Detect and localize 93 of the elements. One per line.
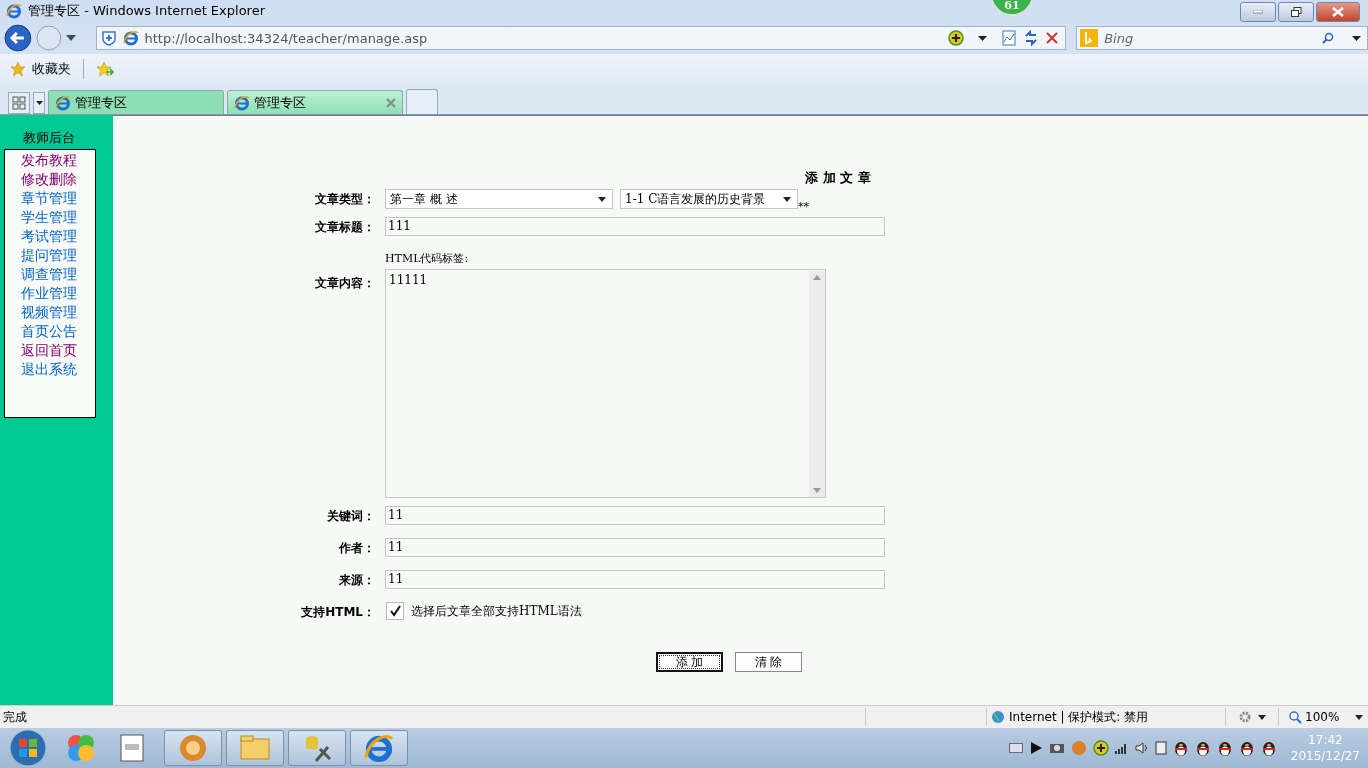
quick-tabs-button[interactable] [8, 92, 30, 114]
caret-icon [783, 196, 791, 202]
text-field[interactable]: 11 [385, 538, 885, 557]
checkbox-label: 选择后文章全部支持HTML语法 [411, 603, 582, 620]
caret-icon [35, 101, 43, 105]
volume-icon[interactable] [1134, 742, 1149, 754]
settings-icon[interactable] [1238, 710, 1252, 724]
favorites-button[interactable]: 收藏夹 [32, 60, 71, 78]
browser-tab[interactable]: 管理专区 [48, 90, 224, 114]
field-label: 文章类型： [314, 191, 376, 208]
caret-icon[interactable] [1258, 714, 1266, 720]
status-text: 完成 [2, 708, 28, 726]
close-button[interactable] [1316, 2, 1360, 22]
nav-link[interactable]: 视频管理 [21, 303, 77, 322]
nav-link[interactable]: 提问管理 [21, 246, 77, 265]
nav-link[interactable]: 考试管理 [21, 227, 77, 246]
play-icon[interactable] [1028, 741, 1043, 755]
signal-icon[interactable] [1114, 742, 1129, 754]
penguin-icon[interactable] [1194, 739, 1211, 757]
search-field[interactable]: Bing [1076, 26, 1368, 50]
nav-link[interactable]: 章节管理 [21, 189, 77, 208]
nav-link[interactable]: 学生管理 [21, 208, 77, 227]
stop-icon[interactable] [1045, 31, 1060, 45]
caret-icon[interactable] [1352, 35, 1361, 41]
penguin-icon[interactable] [1172, 739, 1189, 757]
browser-icon [122, 30, 139, 46]
caret-icon[interactable] [978, 35, 988, 41]
plus-icon[interactable] [1092, 740, 1109, 756]
app-button[interactable] [288, 730, 346, 766]
text-field[interactable]: 111 [385, 217, 885, 236]
tab-list-button[interactable] [33, 92, 45, 114]
hint-text: HTML代码标签: [385, 251, 470, 265]
caret-icon [598, 196, 606, 202]
start-button[interactable] [8, 728, 48, 768]
globe-icon [991, 710, 1005, 724]
content-textarea[interactable]: 11111 [385, 269, 826, 498]
back-icon[interactable] [4, 24, 32, 52]
nav-link[interactable]: 返回首页 [21, 341, 77, 360]
nav-link[interactable]: 发布教程 [21, 151, 77, 170]
restore-button[interactable] [1278, 2, 1314, 22]
grid-icon [12, 96, 26, 110]
browser-icon [234, 94, 250, 111]
window-title: 管理专区 - Windows Internet Explorer [28, 2, 265, 20]
browser-icon [6, 3, 22, 19]
folder-icon [240, 735, 270, 761]
field-label: 文章内容： [314, 275, 376, 292]
zoom-level[interactable]: 100% [1305, 710, 1340, 724]
close-icon [1332, 7, 1344, 17]
nav-link[interactable]: 作业管理 [21, 284, 77, 303]
nav-link[interactable]: 调查管理 [21, 265, 77, 284]
security-zone[interactable]: Internet | 保护模式: 禁用 [1009, 708, 1225, 726]
caret-icon[interactable] [65, 35, 76, 41]
minimize-icon [1253, 10, 1263, 14]
document-icon[interactable] [120, 734, 144, 762]
address-field[interactable]: http://localhost:34324/teacher/manage.asp [95, 26, 1067, 50]
dropdown[interactable]: 第一章 概 述 [385, 189, 613, 209]
field-label: 支持HTML： [300, 604, 376, 621]
browser-icon [55, 94, 71, 111]
nav-link[interactable]: 修改删除 [21, 170, 77, 189]
field-label: 关键词： [326, 508, 376, 525]
nav-link[interactable]: 退出系统 [21, 360, 77, 379]
dropdown[interactable]: 1-1 C语言发展的历史背景 [620, 189, 798, 209]
add-favorite-icon[interactable] [96, 61, 114, 77]
sidebar-title: 教师后台 [21, 129, 76, 147]
penguin-icon[interactable] [1216, 739, 1233, 757]
shield-icon [100, 30, 117, 46]
checkbox[interactable] [386, 602, 404, 620]
zoom-icon[interactable] [1289, 710, 1302, 724]
star-icon[interactable] [10, 61, 26, 77]
penguin-icon[interactable] [1260, 739, 1277, 757]
form-button[interactable]: 添 加 [656, 652, 723, 672]
browser-tab[interactable]: 管理专区 [227, 90, 403, 114]
tray-app-icon[interactable] [1048, 741, 1065, 755]
device-icon[interactable] [1154, 741, 1167, 755]
close-tab-icon[interactable] [386, 97, 396, 108]
plus-icon[interactable] [948, 30, 965, 46]
required-mark: ** [798, 200, 809, 213]
field-label: 来源： [338, 572, 376, 589]
field-label: 文章标题： [314, 219, 376, 236]
penguin-icon[interactable] [1238, 739, 1255, 757]
text-field[interactable]: 11 [385, 570, 885, 589]
form-title: 添 加 文 章 [805, 169, 871, 183]
form-button[interactable]: 清 除 [735, 652, 802, 672]
caret-icon[interactable] [1355, 714, 1364, 720]
text-field[interactable]: 11 [385, 506, 885, 525]
restore-icon [1290, 7, 1302, 17]
refresh-icon[interactable] [1023, 30, 1040, 46]
field-label: 作者： [338, 540, 376, 557]
keyboard-icon[interactable] [1008, 743, 1023, 753]
nav-link[interactable]: 首页公告 [21, 322, 77, 341]
search-icon[interactable] [1322, 32, 1334, 44]
browser-icon [364, 733, 394, 763]
app-button[interactable] [350, 730, 408, 766]
